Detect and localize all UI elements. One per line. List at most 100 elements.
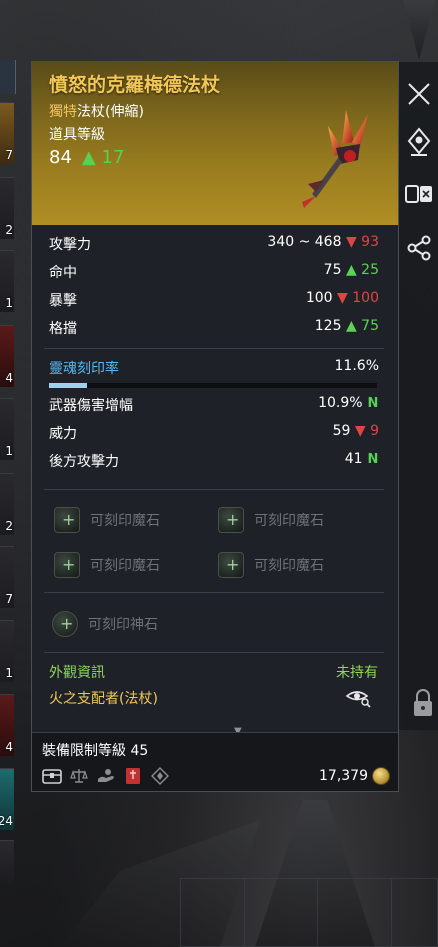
soul-engrave-progress-fill	[49, 383, 88, 388]
tooltip-footer: 裝備限制等級 45 17,379	[32, 732, 398, 791]
soul-engrave-label: 靈魂刻印率	[49, 361, 119, 377]
inventory-slot[interactable]: 4	[0, 694, 14, 756]
preview-eye-icon[interactable]	[345, 686, 371, 708]
item-level-value: 84	[49, 147, 72, 168]
slot-count: 1	[5, 666, 13, 680]
inventory-slot[interactable]: 2	[0, 473, 14, 535]
stat-row-critical: 暴擊 100 ▼ 100	[49, 290, 379, 312]
item-type: 獨特法杖(伸縮)	[49, 101, 144, 121]
stat-value: 59 ▼ 9	[332, 423, 379, 439]
stat-delta-down: ▼ 100	[337, 290, 379, 306]
inventory-slot[interactable]: 2	[0, 177, 14, 239]
item-level-diff: ▲ 17	[81, 147, 125, 168]
stat-row-power: 威力 59 ▼ 9	[49, 423, 379, 445]
item-level: 84 ▲ 17	[49, 147, 124, 168]
magic-stone-slot[interactable]: 可刻印魔石	[218, 504, 324, 536]
empty-slot-icon	[52, 611, 78, 637]
appearance-name: 火之支配者(法杖)	[49, 691, 158, 707]
new-badge: N	[367, 396, 379, 411]
appearance-status: 未持有	[336, 665, 378, 681]
empty-slot-icon	[218, 507, 244, 533]
magic-stone-slot[interactable]: 可刻印魔石	[54, 504, 160, 536]
stat-label: 命中	[49, 265, 77, 281]
empty-slot-icon	[54, 507, 80, 533]
stat-label: 暴擊	[49, 293, 77, 309]
gold-coin-icon	[372, 767, 390, 785]
stat-value: 100 ▼ 100	[305, 290, 379, 306]
stat-row-soul-engrave: 靈魂刻印率 11.6%	[49, 358, 379, 380]
stat-value: 340 ~ 468 ▼ 93	[267, 234, 379, 250]
storage-chest-icon	[42, 769, 62, 784]
inventory-slot[interactable]: 4	[0, 325, 14, 387]
stat-row-back-attack: 後方攻擊力 41 N	[49, 451, 379, 473]
sell-price: 17,379	[319, 767, 390, 785]
divider	[44, 592, 384, 593]
stat-row-weapon-damage: 武器傷害增幅 10.9% N	[49, 395, 379, 417]
slot-count: 7	[5, 592, 13, 606]
slot-count: 2	[5, 223, 13, 237]
background-grid	[180, 878, 438, 947]
stat-label: 格擋	[49, 321, 77, 337]
new-badge: N	[367, 452, 379, 467]
pin-location-icon[interactable]	[399, 124, 438, 160]
inventory-slot[interactable]: 24	[0, 768, 14, 830]
equip-level-requirement: 裝備限制等級 45	[42, 743, 149, 759]
hand-trade-icon	[98, 769, 114, 782]
slot-count: 4	[5, 371, 13, 385]
item-weapon-type: 法杖(伸縮)	[77, 104, 144, 120]
slot-count: 2	[5, 519, 13, 533]
stat-delta-up: ▲ 25	[345, 262, 379, 278]
magic-stone-slot[interactable]: 可刻印魔石	[218, 549, 324, 581]
stat-row-attack: 攻擊力 340 ~ 468 ▼ 93	[49, 234, 379, 256]
stat-value: 10.9% N	[318, 395, 379, 411]
share-icon[interactable]	[399, 230, 438, 266]
item-tooltip: 憤怒的克羅梅德法杖 獨特法杖(伸縮) 道具等級 84 ▲ 17 攻擊力 340 ~…	[31, 61, 399, 792]
background-spike	[403, 0, 435, 60]
item-name: 憤怒的克羅梅德法杖	[49, 74, 221, 96]
inventory-header[interactable]	[0, 60, 16, 94]
stat-delta-down: ▼ 93	[345, 234, 379, 250]
inventory-slot[interactable]	[0, 840, 14, 884]
empty-slot-icon	[218, 552, 244, 578]
stat-row-accuracy: 命中 75 ▲ 25	[49, 262, 379, 284]
slot-count: 4	[5, 740, 13, 754]
lock-icon[interactable]	[411, 688, 435, 718]
stat-label: 後方攻擊力	[49, 454, 119, 470]
weapon-image	[302, 110, 368, 208]
stat-delta-down: ▼ 9	[354, 423, 379, 439]
stat-value: 125 ▲ 75	[314, 318, 379, 334]
bound-book-icon	[126, 768, 140, 784]
stat-value: 75 ▲ 25	[323, 262, 379, 278]
inventory-slot[interactable]: 1	[0, 620, 14, 682]
divider	[44, 489, 384, 490]
item-grade: 獨特	[49, 104, 77, 120]
stat-label: 威力	[49, 426, 77, 442]
slot-count: 7	[5, 148, 13, 162]
diamond-sparkle-icon	[151, 767, 169, 785]
slot-count: 1	[5, 296, 13, 310]
inventory-slot[interactable]: 1	[0, 250, 14, 312]
close-icon[interactable]	[399, 76, 438, 112]
inventory-slot[interactable]: 7	[0, 546, 14, 608]
inventory-slot[interactable]: 7	[0, 102, 14, 164]
stat-delta-up: ▲ 75	[345, 318, 379, 334]
divider	[44, 652, 384, 653]
god-stone-slot[interactable]: 可刻印神石	[52, 608, 158, 640]
scale-balance-icon	[70, 769, 88, 783]
inventory-slot[interactable]: 1	[0, 398, 14, 460]
stat-label: 攻擊力	[49, 237, 91, 253]
soul-engrave-progress-bar	[49, 383, 377, 388]
soul-engrave-value: 11.6%	[334, 358, 379, 374]
magic-stone-slot[interactable]: 可刻印魔石	[54, 549, 160, 581]
slot-count: 24	[0, 814, 13, 828]
compare-cards-icon[interactable]	[399, 176, 438, 212]
stat-label: 武器傷害增幅	[49, 398, 133, 414]
stat-row-block: 格擋 125 ▲ 75	[49, 318, 379, 340]
slot-count: 1	[5, 444, 13, 458]
divider	[44, 348, 384, 349]
empty-slot-icon	[54, 552, 80, 578]
item-level-label: 道具等級	[49, 127, 105, 143]
side-action-bar	[398, 62, 438, 730]
price-value: 17,379	[319, 768, 368, 784]
trade-status-icons	[42, 767, 170, 785]
